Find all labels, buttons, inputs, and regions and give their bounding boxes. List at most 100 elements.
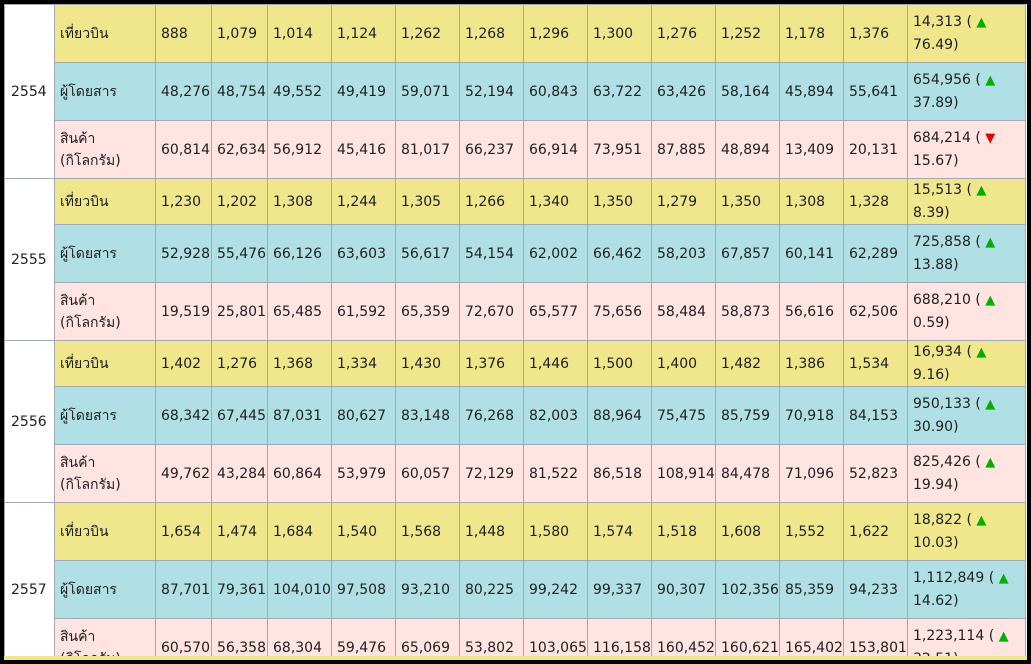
month-value-cell: 75,656 (587, 282, 652, 341)
month-value-cell: 1,400 (651, 340, 716, 387)
month-value-cell: 59,071 (395, 62, 460, 121)
month-value-cell: 62,289 (843, 224, 908, 283)
month-value-cell: 55,476 (211, 224, 268, 283)
trend-up-icon: ▲ (976, 183, 987, 198)
total-value: 725,858 (913, 234, 971, 250)
table-row-passengers: ผู้โดยสาร 68,342 67,445 87,031 80,627 83,148 7… (5, 386, 1026, 445)
month-value-cell: 48,276 (155, 62, 212, 121)
month-value-cell: 153,801 (843, 618, 908, 660)
month-value-cell: 19,519 (155, 282, 212, 341)
month-value-cell: 1,276 (211, 340, 268, 387)
month-value-cell: 1,386 (779, 340, 844, 387)
total-cell: 688,210 ( ▲ 0.59) (907, 282, 1026, 341)
trend-down-icon: ▼ (985, 131, 996, 146)
table-row-flights: 2556 เที่ยวบิน 1,402 1,276 1,368 1,334 1,430 1,… (4, 340, 1026, 503)
month-value-cell: 108,914 (651, 444, 716, 503)
month-value-cell: 87,885 (651, 120, 716, 179)
month-value-cell: 66,237 (459, 120, 524, 179)
trend-up-icon: ▲ (998, 571, 1009, 586)
month-value-cell: 1,328 (843, 178, 908, 225)
month-value-cell: 93,210 (395, 560, 460, 619)
month-value-cell: 1,014 (267, 4, 332, 63)
month-value-cell: 68,304 (267, 618, 332, 660)
trend-up-icon: ▲ (985, 235, 996, 250)
month-value-cell: 1,268 (459, 4, 524, 63)
month-value-cell: 48,754 (211, 62, 268, 121)
change-percent: 13.88 (913, 257, 954, 273)
month-value-cell: 81,017 (395, 120, 460, 179)
table-row-flights: 2555 เที่ยวบิน 1,230 1,202 1,308 1,244 1,305 1,… (4, 178, 1026, 341)
month-value-cell: 1,276 (651, 4, 716, 63)
month-value-cell: 83,148 (395, 386, 460, 445)
year-cell: 2555 (4, 178, 55, 341)
month-value-cell: 102,356 (715, 560, 780, 619)
month-value-cell: 1,305 (395, 178, 460, 225)
total-cell: 725,858 ( ▲ 13.88) (907, 224, 1026, 283)
category-cell: สินค้า (กิโลกรัม) (54, 444, 156, 503)
month-value-cell: 66,914 (523, 120, 588, 179)
month-value-cell: 1,244 (331, 178, 396, 225)
month-value-cell: 1,124 (331, 4, 396, 63)
month-value-cell: 63,603 (331, 224, 396, 283)
month-value-cell: 80,225 (459, 560, 524, 619)
month-value-cell: 65,485 (267, 282, 332, 341)
table-row-passengers: ผู้โดยสาร 87,701 79,361 104,010 97,508 93,210… (5, 560, 1026, 619)
total-value: 950,133 (913, 396, 971, 412)
table-row-flights: 2557 เที่ยวบิน 1,654 1,474 1,684 1,540 1,568 1,… (4, 502, 1026, 660)
month-value-cell: 888 (155, 4, 212, 63)
month-value-cell: 49,762 (155, 444, 212, 503)
category-cell: เที่ยวบิน (54, 178, 156, 225)
month-value-cell: 85,759 (715, 386, 780, 445)
month-value-cell: 1,296 (523, 4, 588, 63)
month-value-cell: 20,131 (843, 120, 908, 179)
month-value-cell: 49,419 (331, 62, 396, 121)
total-value: 654,956 (913, 72, 971, 88)
month-value-cell: 1,368 (267, 340, 332, 387)
month-value-cell: 103,065 (523, 618, 588, 660)
month-value-cell: 1,350 (587, 178, 652, 225)
month-value-cell: 66,126 (267, 224, 332, 283)
table-row-passengers: ผู้โดยสาร 52,928 55,476 66,126 63,603 56,617 5… (5, 224, 1026, 283)
month-value-cell: 86,518 (587, 444, 652, 503)
change-percent: 19.94 (913, 477, 954, 493)
change-percent: 14.62 (913, 593, 954, 609)
month-value-cell: 58,203 (651, 224, 716, 283)
month-value-cell: 60,570 (155, 618, 212, 660)
month-value-cell: 71,096 (779, 444, 844, 503)
month-value-cell: 60,864 (267, 444, 332, 503)
month-value-cell: 52,194 (459, 62, 524, 121)
month-value-cell: 87,701 (155, 560, 212, 619)
trend-up-icon: ▲ (985, 73, 996, 88)
month-value-cell: 60,141 (779, 224, 844, 283)
month-value-cell: 1,079 (211, 4, 268, 63)
month-value-cell: 1,230 (155, 178, 212, 225)
month-value-cell: 72,670 (459, 282, 524, 341)
change-percent: 8.39 (913, 205, 945, 221)
month-value-cell: 1,580 (523, 502, 588, 561)
month-value-cell: 53,979 (331, 444, 396, 503)
month-value-cell: 56,358 (211, 618, 268, 660)
month-value-cell: 87,031 (267, 386, 332, 445)
month-value-cell: 82,003 (523, 386, 588, 445)
month-value-cell: 58,164 (715, 62, 780, 121)
change-percent: 9.16 (913, 367, 945, 383)
month-value-cell: 165,402 (779, 618, 844, 660)
month-value-cell: 88,964 (587, 386, 652, 445)
month-value-cell: 1,340 (523, 178, 588, 225)
table-row-passengers: ผู้โดยสาร 48,276 48,754 49,552 49,419 59,071 5… (5, 62, 1026, 121)
airport-stats-table: 2554 เที่ยวบิน 888 1,079 1,014 1,124 1,262 1,26… (4, 4, 1026, 660)
month-value-cell: 43,284 (211, 444, 268, 503)
table-row-flights: 2554 เที่ยวบิน 888 1,079 1,014 1,124 1,262 1,26… (4, 4, 1026, 179)
month-value-cell: 63,426 (651, 62, 716, 121)
month-value-cell: 56,912 (267, 120, 332, 179)
month-value-cell: 1,266 (459, 178, 524, 225)
month-value-cell: 65,069 (395, 618, 460, 660)
month-value-cell: 104,010 (267, 560, 332, 619)
month-value-cell: 65,359 (395, 282, 460, 341)
year-cell: 2554 (4, 4, 55, 179)
category-cell: สินค้า (กิโลกรัม) (54, 282, 156, 341)
month-value-cell: 70,918 (779, 386, 844, 445)
month-value-cell: 1,252 (715, 4, 780, 63)
month-value-cell: 73,951 (587, 120, 652, 179)
month-value-cell: 94,233 (843, 560, 908, 619)
